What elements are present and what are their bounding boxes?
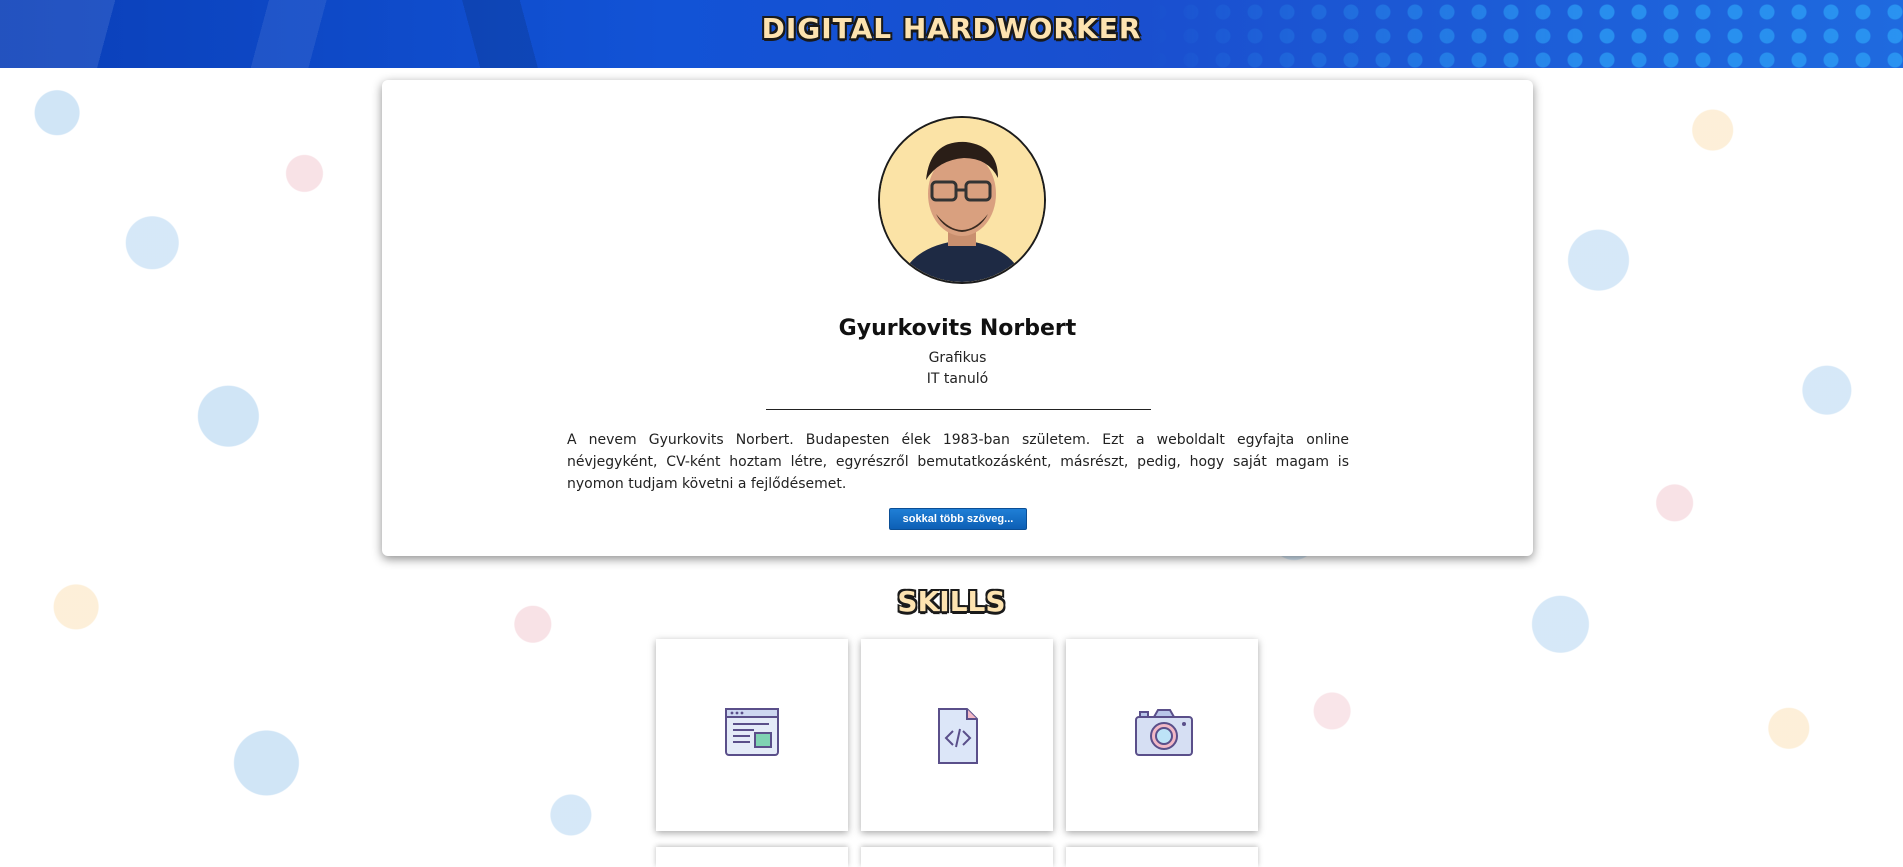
skill-card-row2-1[interactable] (656, 847, 848, 867)
skill-card-web[interactable] (656, 639, 848, 831)
profile-role-it: IT tanuló (926, 371, 989, 387)
site-title: DIGITAL HARDWORKER (761, 12, 1142, 45)
skill-card-row2-3[interactable] (1066, 847, 1258, 867)
web-layout-icon (725, 708, 779, 756)
avatar-portrait-icon (880, 118, 1044, 282)
skill-card-row2-2[interactable] (861, 847, 1053, 867)
site-header: DIGITAL HARDWORKER (0, 0, 1903, 68)
skills-title: SKILLS (897, 585, 1006, 618)
avatar (878, 116, 1046, 284)
code-file-icon (938, 708, 978, 764)
profile-card: Gyurkovits Norbert Grafikus IT tanuló A … (382, 80, 1533, 556)
camera-icon (1135, 709, 1193, 756)
divider (766, 409, 1151, 410)
profile-name: Gyurkovits Norbert (838, 316, 1077, 341)
more-text-button[interactable]: sokkal több szöveg... (889, 508, 1027, 530)
skill-card-photo[interactable] (1066, 639, 1258, 831)
profile-role-grafikus: Grafikus (928, 350, 987, 366)
profile-bio: A nevem Gyurkovits Norbert. Budapesten é… (567, 432, 1349, 492)
skill-card-code[interactable] (861, 639, 1053, 831)
